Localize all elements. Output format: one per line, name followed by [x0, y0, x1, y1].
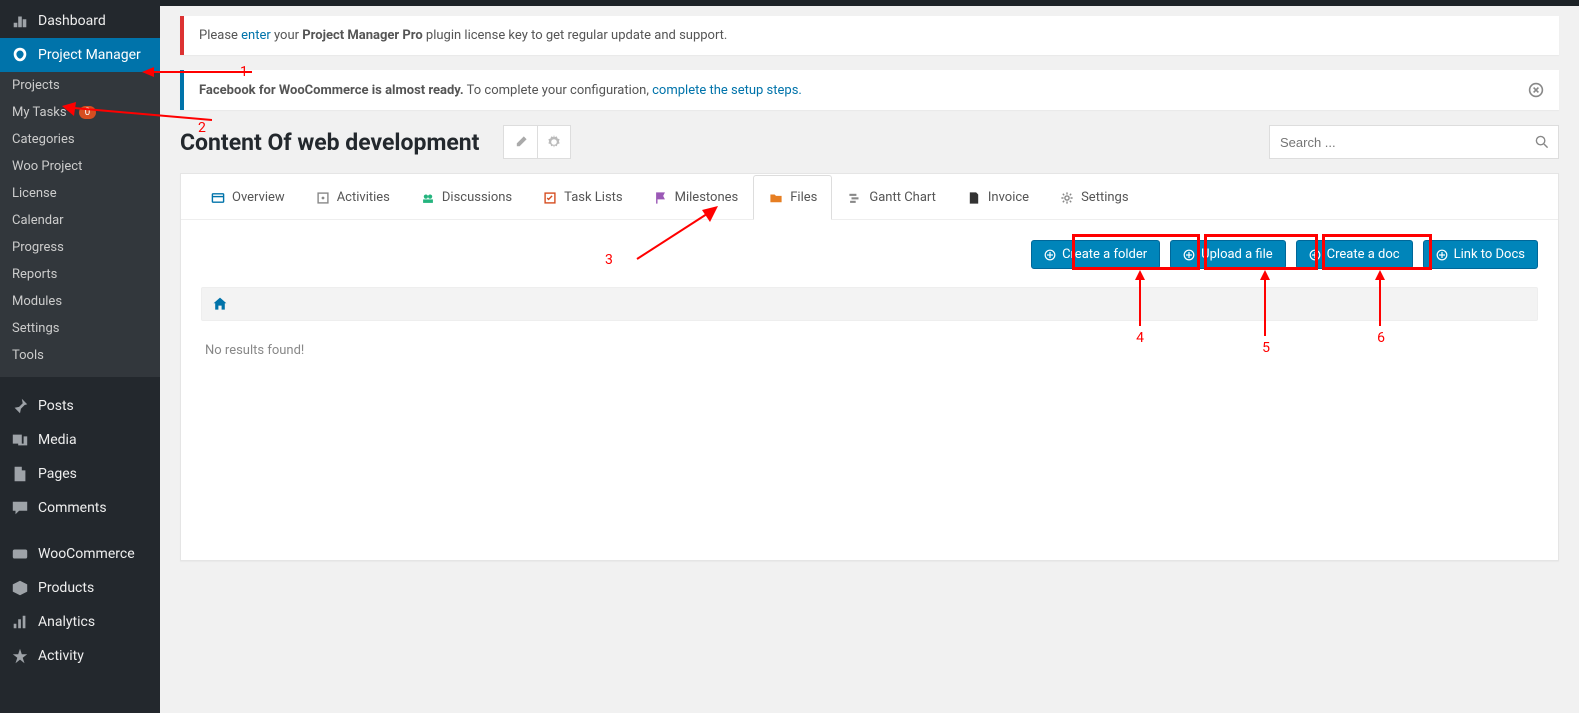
sidebar-item-pages[interactable]: Pages — [0, 457, 160, 491]
tab-gantt-chart[interactable]: Gantt Chart — [832, 175, 951, 220]
plus-circle-icon — [1044, 249, 1056, 261]
settings-icon — [1059, 191, 1075, 205]
project-manager-icon — [10, 46, 30, 64]
discussions-icon — [420, 191, 436, 205]
sidebar-item-comments[interactable]: Comments — [0, 491, 160, 525]
sidebar-label: Dashboard — [38, 13, 106, 29]
create-a-folder-button[interactable]: Create a folder — [1031, 240, 1160, 269]
admin-sidebar: Dashboard Project Manager Projects My Ta… — [0, 0, 160, 713]
tab-files[interactable]: Files — [753, 175, 832, 220]
edit-project-button[interactable] — [503, 125, 537, 159]
gear-icon — [547, 135, 561, 149]
tasklists-icon — [542, 191, 558, 205]
tab-discussions[interactable]: Discussions — [405, 175, 527, 220]
pin-icon — [10, 397, 30, 415]
tab-task-lists[interactable]: Task Lists — [527, 175, 637, 220]
sidebar-sub-modules[interactable]: Modules — [0, 288, 160, 315]
sidebar-item-activity[interactable]: Activity — [0, 639, 160, 673]
woocommerce-icon — [10, 545, 30, 563]
link-to-docs-button[interactable]: Link to Docs — [1423, 240, 1538, 269]
search-icon[interactable] — [1535, 135, 1549, 149]
sidebar-item-woocommerce[interactable]: WooCommerce — [0, 537, 160, 571]
tab-invoice[interactable]: Invoice — [951, 175, 1044, 220]
sidebar-item-media[interactable]: Media — [0, 423, 160, 457]
project-search — [1269, 125, 1559, 159]
file-actions: Create a folder Upload a file Create a doc… — [201, 240, 1538, 269]
sidebar-sub-license[interactable]: License — [0, 180, 160, 207]
tab-activities[interactable]: Activities — [300, 175, 405, 220]
gantt-icon — [847, 191, 863, 205]
analytics-icon — [10, 613, 30, 631]
sidebar-item-posts[interactable]: Posts — [0, 389, 160, 423]
project-settings-button[interactable] — [537, 125, 571, 159]
plus-circle-icon — [1436, 249, 1448, 261]
invoice-icon — [966, 191, 982, 205]
files-breadcrumb — [201, 287, 1538, 321]
sidebar-item-products[interactable]: Products — [0, 571, 160, 605]
search-input[interactable] — [1269, 125, 1559, 159]
pages-icon — [10, 465, 30, 483]
sidebar-label: Project Manager — [38, 47, 141, 63]
create-a-doc-button[interactable]: Create a doc — [1296, 240, 1413, 269]
license-notice: Please enter your Project Manager Pro pl… — [180, 16, 1559, 55]
overview-icon — [210, 191, 226, 205]
complete-setup-link[interactable]: complete the setup steps. — [652, 83, 802, 98]
tab-overview[interactable]: Overview — [195, 175, 300, 220]
comment-icon — [10, 499, 30, 517]
sidebar-sub-progress[interactable]: Progress — [0, 234, 160, 261]
tab-settings[interactable]: Settings — [1044, 175, 1143, 220]
home-icon[interactable] — [212, 296, 1527, 312]
project-tabs: OverviewActivitiesDiscussionsTask ListsM… — [181, 174, 1558, 220]
activities-icon — [315, 191, 331, 205]
files-icon — [768, 191, 784, 205]
upload-a-file-button[interactable]: Upload a file — [1170, 240, 1286, 269]
sidebar-sub-woo-project[interactable]: Woo Project — [0, 153, 160, 180]
dashboard-icon — [10, 12, 30, 30]
tasks-count-badge: 0 — [79, 106, 97, 119]
files-tab-body: Create a folder Upload a file Create a doc… — [181, 220, 1558, 560]
plus-circle-icon — [1183, 249, 1195, 261]
tab-milestones[interactable]: Milestones — [638, 175, 754, 220]
sidebar-item-analytics[interactable]: Analytics — [0, 605, 160, 639]
main-content: Please enter your Project Manager Pro pl… — [160, 0, 1579, 713]
sidebar-item-project-manager[interactable]: Project Manager — [0, 38, 160, 72]
page-header: Content Of web development — [180, 125, 1559, 159]
milestones-icon — [653, 191, 669, 205]
sidebar-submenu: Projects My Tasks 0 Categories Woo Proje… — [0, 72, 160, 377]
sidebar-sub-calendar[interactable]: Calendar — [0, 207, 160, 234]
media-icon — [10, 431, 30, 449]
sidebar-sub-tools[interactable]: Tools — [0, 342, 160, 369]
sidebar-sub-projects[interactable]: Projects — [0, 72, 160, 99]
dismiss-notice-icon[interactable] — [1528, 82, 1544, 98]
plus-circle-icon — [1309, 249, 1321, 261]
activity-icon — [10, 647, 30, 665]
facebook-notice: Facebook for WooCommerce is almost ready… — [180, 70, 1559, 110]
sidebar-item-dashboard[interactable]: Dashboard — [0, 4, 160, 38]
sidebar-sub-my-tasks[interactable]: My Tasks 0 — [0, 99, 160, 126]
project-panel: OverviewActivitiesDiscussionsTask ListsM… — [180, 173, 1559, 561]
sidebar-sub-reports[interactable]: Reports — [0, 261, 160, 288]
pencil-icon — [514, 135, 528, 149]
enter-license-link[interactable]: enter — [241, 28, 271, 43]
sidebar-sub-settings[interactable]: Settings — [0, 315, 160, 342]
page-title: Content Of web development — [180, 129, 479, 156]
sidebar-sub-categories[interactable]: Categories — [0, 126, 160, 153]
empty-state: No results found! — [201, 337, 1538, 388]
products-icon — [10, 579, 30, 597]
